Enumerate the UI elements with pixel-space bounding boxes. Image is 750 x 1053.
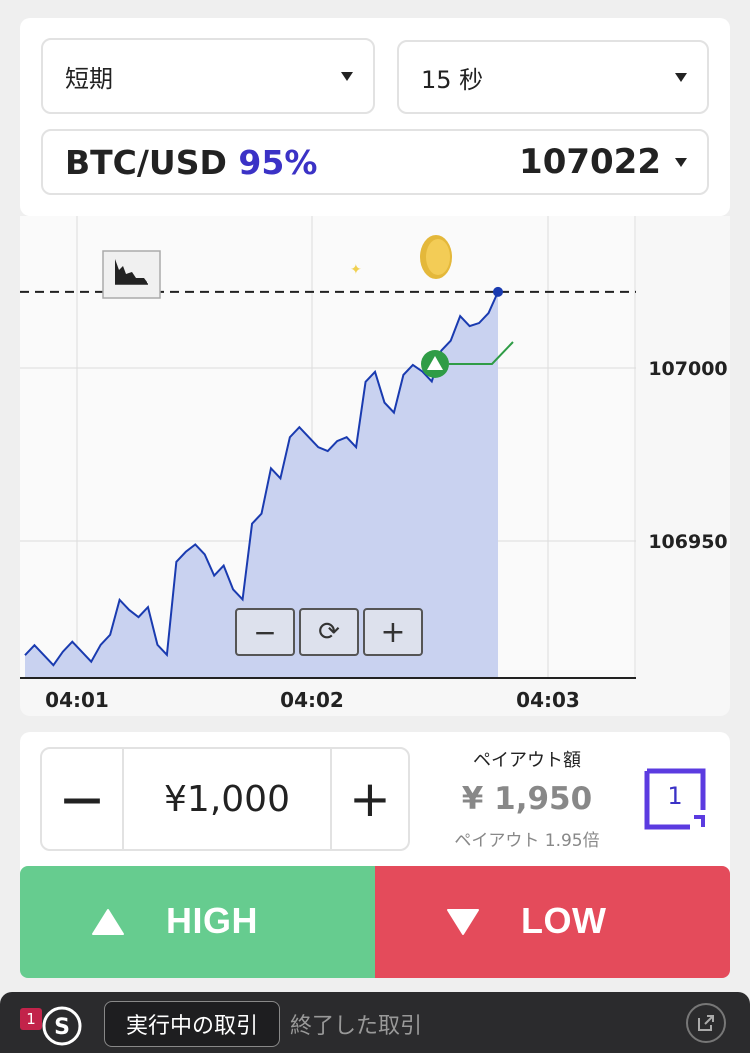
high-button[interactable]: HIGH <box>20 866 375 978</box>
term-select-label: 短期 <box>65 64 113 93</box>
trades-badge: 1 <box>20 1008 42 1030</box>
y-tick-label: 106950 <box>648 531 727 553</box>
payout-value: ¥ 1,950 <box>461 781 593 817</box>
low-button[interactable]: LOW <box>375 866 730 978</box>
plus-icon: + <box>349 770 391 828</box>
minus-icon: — <box>62 776 102 822</box>
tab-active-trades[interactable]: 実行中の取引 <box>104 1001 280 1047</box>
high-button-label: HIGH <box>166 900 258 941</box>
amount-value[interactable]: ¥1,000 <box>124 749 330 849</box>
chevron-down-icon <box>341 72 353 81</box>
chart-type-icon[interactable] <box>102 250 161 299</box>
refresh-button[interactable]: ⟳ <box>299 608 359 656</box>
amount-increase-button[interactable]: + <box>330 749 408 849</box>
current-point <box>493 286 503 297</box>
y-tick-label: 107000 <box>648 358 727 380</box>
asset-pair: BTC/USD 95% <box>65 142 318 182</box>
term-select[interactable]: 短期 <box>41 38 375 114</box>
external-link-button[interactable] <box>686 1003 726 1043</box>
tab-closed-trades-label: 終了した取引 <box>290 1014 423 1039</box>
bottom-bar: S 1 実行中の取引 終了した取引 <box>0 992 750 1053</box>
plus-icon: + <box>380 614 406 650</box>
trades-icon[interactable]: S 1 <box>16 1000 88 1048</box>
amount-text: ¥1,000 <box>164 778 290 820</box>
x-tick-label: 04:01 <box>45 688 109 712</box>
down-triangle-icon <box>447 909 479 935</box>
svg-text:S: S <box>54 1015 70 1040</box>
minus-icon: − <box>253 615 277 649</box>
external-link-icon <box>698 1015 714 1031</box>
svg-text:✦: ✦ <box>350 262 362 278</box>
up-triangle-icon <box>92 909 124 935</box>
tab-closed-trades[interactable]: 終了した取引 <box>290 1001 460 1047</box>
chevron-down-icon <box>675 158 687 167</box>
one-click-button[interactable]: 1 <box>644 768 706 830</box>
chart-panel[interactable]: ✦ 04:01 04:02 04:03 107000 106950 − ⟳ + <box>20 216 730 716</box>
duration-select[interactable]: 15 秒 <box>397 40 709 114</box>
x-tick-label: 04:03 <box>516 688 580 712</box>
selector-card: 短期 15 秒 BTC/USD 95% 107022 <box>20 18 730 216</box>
zoom-out-button[interactable]: − <box>235 608 295 656</box>
x-tick-label: 04:02 <box>280 688 344 712</box>
dollar-cycle-icon: S <box>42 1006 82 1046</box>
entry-marker-icon <box>421 350 449 378</box>
payout-percent: 95% <box>238 142 318 182</box>
payout-label: ペイアウト額 <box>473 750 581 771</box>
chevron-down-icon <box>675 73 687 82</box>
refresh-icon: ⟳ <box>318 617 340 647</box>
payout-ratio: ペイアウト 1.95倍 <box>454 831 600 851</box>
one-click-count: 1 <box>667 782 683 810</box>
tab-active-trades-label: 実行中の取引 <box>125 1014 258 1039</box>
asset-select[interactable]: BTC/USD 95% 107022 <box>41 129 709 195</box>
zoom-in-button[interactable]: + <box>363 608 423 656</box>
duration-select-label: 15 秒 <box>421 65 484 94</box>
current-price: 107022 <box>519 142 661 182</box>
amount-decrease-button[interactable]: — <box>42 749 124 849</box>
low-button-label: LOW <box>521 900 607 941</box>
amount-stepper[interactable]: — ¥1,000 + <box>40 747 410 851</box>
